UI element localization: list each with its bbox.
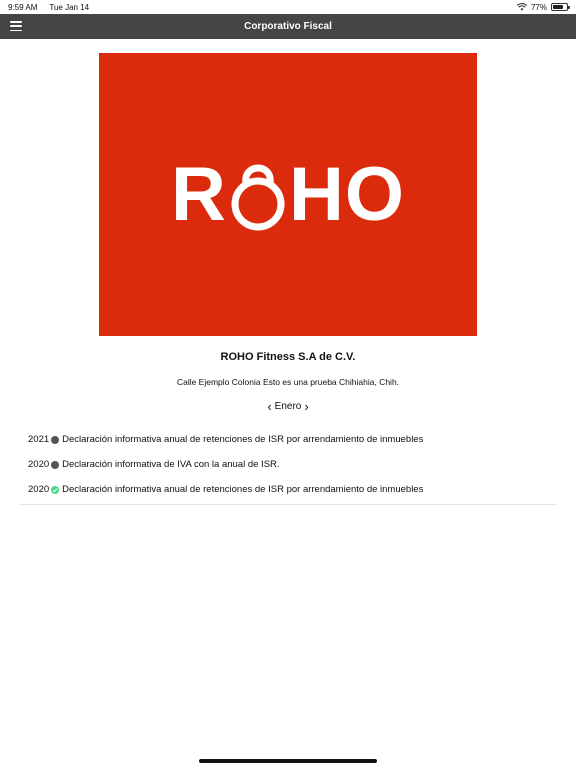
navigation-bar: Corporativo Fiscal <box>0 14 576 39</box>
hamburger-menu-icon[interactable] <box>10 21 22 31</box>
company-logo: R HO <box>99 53 477 336</box>
declaration-text: Declaración informativa de IVA con la an… <box>62 459 280 470</box>
list-item[interactable]: 2020 Declaración informativa anual de re… <box>19 477 557 502</box>
list-item[interactable]: 2021 Declaración informativa anual de re… <box>19 427 557 452</box>
status-done-check-icon <box>51 485 60 494</box>
declaration-year: 2020 <box>28 459 50 470</box>
company-name: ROHO Fitness S.A de C.V. <box>220 351 356 363</box>
kettlebell-icon <box>231 164 285 230</box>
logo-letters-left: R <box>171 152 227 237</box>
status-pending-icon <box>51 435 60 444</box>
nav-title: Corporativo Fiscal <box>244 21 332 32</box>
battery-icon <box>551 3 570 11</box>
list-item[interactable]: 2020 Declaración informativa de IVA con … <box>19 452 557 477</box>
next-month-chevron-icon[interactable]: › <box>304 400 308 413</box>
declaration-year: 2020 <box>28 484 50 495</box>
status-pending-icon <box>51 460 60 469</box>
status-bar: 9:59 AM Tue Jan 14 77% <box>0 0 576 14</box>
declaration-text: Declaración informativa anual de retenci… <box>62 484 424 495</box>
prev-month-chevron-icon[interactable]: ‹ <box>267 400 271 413</box>
month-picker: ‹ Enero › <box>0 400 576 413</box>
month-label: Enero <box>274 401 302 412</box>
status-time: 9:59 AM <box>8 2 38 12</box>
status-right: 77% <box>516 2 570 12</box>
logo-letters-right: HO <box>288 152 405 237</box>
home-indicator[interactable] <box>199 759 377 763</box>
battery-percent: 77% <box>530 2 547 12</box>
list-divider <box>19 504 557 505</box>
wifi-icon <box>516 3 527 11</box>
declaration-text: Declaración informativa anual de retenci… <box>62 434 424 445</box>
declaration-year: 2021 <box>28 434 50 445</box>
company-address: Calle Ejemplo Colonia Esto es una prueba… <box>176 377 400 387</box>
logo-wordmark: R HO <box>171 151 405 238</box>
declarations-list: 2021 Declaración informativa anual de re… <box>19 427 557 505</box>
status-date: Tue Jan 14 <box>49 2 90 12</box>
